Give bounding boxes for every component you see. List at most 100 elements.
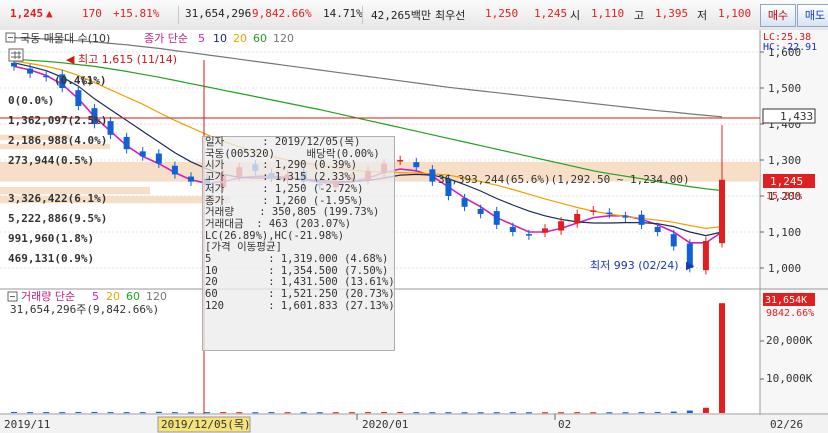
ma-period-60: 60 <box>253 32 267 45</box>
best-quote-label: 최우선 <box>435 9 466 22</box>
buy-button[interactable]: 매수 <box>760 4 796 27</box>
candle <box>622 216 629 218</box>
bid-price: 1,245 <box>534 7 568 20</box>
profile-label: 2,186,988(4.0%) <box>8 134 107 147</box>
candle <box>719 179 725 244</box>
volume-bar <box>139 412 146 414</box>
candle <box>171 165 178 175</box>
candle <box>525 234 532 236</box>
high-label: 고 <box>634 9 645 22</box>
volume-readout: 31,654,296주(9,842.66%) <box>10 303 159 316</box>
volume-bar <box>509 412 516 414</box>
profile-peak-label: 36,393,244(65.6%)(1,292.50 ~ 1,234.00) <box>438 173 690 186</box>
vol-period-20: 20 <box>106 290 120 303</box>
current-price-tag: 1,245 <box>770 175 803 188</box>
volume-title[interactable]: 거래량 단순 <box>21 290 75 303</box>
volume-bar <box>252 412 259 414</box>
cursor-date: 2019/12/05(목) <box>161 418 251 431</box>
volume-bar <box>11 411 17 413</box>
turnover-rate: 14.71% <box>323 7 363 20</box>
profile-label: 273,944(0.5%) <box>8 154 94 167</box>
quote-bar: 1,245 ▲ 170 +15.81% 31,654,296 9,842.66%… <box>0 0 828 31</box>
price-tick-label: 1,000 <box>768 262 801 275</box>
candle <box>461 198 468 207</box>
candle <box>429 169 436 182</box>
volume-bar <box>107 412 114 414</box>
divider <box>362 6 363 24</box>
candle <box>542 228 548 233</box>
open-label: 시 <box>570 9 581 22</box>
candle <box>11 62 17 67</box>
profile-title[interactable]: 국동 매물대 수(10) <box>20 32 110 45</box>
volume-bar <box>268 412 275 414</box>
volume-bar <box>171 412 178 414</box>
candle <box>477 208 484 214</box>
profile-label: 0(0.0%) <box>8 94 54 107</box>
volume-bar <box>574 412 581 414</box>
volume-current: 31,654K <box>765 295 807 306</box>
ma-label[interactable]: 종가 단순 <box>144 32 188 45</box>
candle <box>397 160 404 162</box>
chart-settings-icon[interactable] <box>8 48 24 62</box>
hc-label: HC:-22.91 <box>763 42 817 53</box>
volume-bar <box>429 412 436 414</box>
volume-tick: 10,000K <box>766 372 813 385</box>
candle <box>107 121 114 135</box>
high-price: 1,395 <box>655 7 689 20</box>
tooltip-line: 120 : 1,601.833 (27.13%) <box>205 299 395 312</box>
volume-bar <box>59 412 66 414</box>
vol-period-120: 120 <box>146 290 167 303</box>
volume-bar <box>348 412 355 414</box>
volume-bar <box>220 412 227 414</box>
stock-chart[interactable]: 국동 매물대 수(10) 종가 단순 5 10 20 60 120 0(0.0%… <box>0 30 828 433</box>
candle <box>558 221 565 231</box>
current-price-pct: 15.81% <box>766 191 802 202</box>
volume-bar <box>381 412 388 414</box>
price-tick-label: 1,300 <box>768 154 801 167</box>
volume-bar <box>204 412 211 414</box>
candle <box>670 234 677 247</box>
ask-price: 1,250 <box>485 7 519 20</box>
price-change-pct: +15.81% <box>113 7 160 20</box>
current-price: 1,245 <box>10 7 44 20</box>
candle <box>590 210 597 212</box>
candle <box>654 226 661 232</box>
candle <box>702 241 709 271</box>
price-tick-label: 1,500 <box>768 82 801 95</box>
volume-ratio: 9,842.66% <box>252 7 312 20</box>
ma-period-120: 120 <box>273 32 294 45</box>
profile-label: 1,362,097(2.5%) <box>8 114 107 127</box>
profile-label: 469,131(0.9%) <box>8 252 94 265</box>
tooltip-line: 저가 : 1,250 (-2.72%) <box>205 182 364 195</box>
volume-bar <box>654 411 661 413</box>
low-arrow-icon: ▶ <box>686 259 695 272</box>
candle <box>188 176 194 182</box>
volume-current-pct: 9842.66% <box>766 308 814 319</box>
sell-button[interactable]: 매도 <box>797 4 828 27</box>
candle <box>574 214 581 224</box>
ma-period-20: 20 <box>233 32 247 45</box>
profile-label: (1%) <box>80 74 107 87</box>
volume-bar <box>590 412 597 414</box>
candle <box>123 136 130 150</box>
volume-bar <box>397 411 404 413</box>
open-price: 1,110 <box>591 7 625 20</box>
volume-tick: 20,000K <box>766 334 813 347</box>
volume-bar <box>332 412 339 414</box>
x-axis-label: 2020/01 <box>362 418 408 431</box>
volume-bar <box>316 412 323 414</box>
volume-bar <box>75 412 82 414</box>
volume-bar <box>622 412 629 414</box>
candle <box>75 90 82 106</box>
volume-bar <box>670 411 677 413</box>
divider <box>178 6 179 24</box>
high-arrow-icon: ◀ <box>66 53 75 66</box>
volume-bar <box>27 412 34 414</box>
volume-bar <box>477 412 484 414</box>
volume-bar <box>702 407 709 413</box>
volume-bar <box>525 412 532 414</box>
volume-bar <box>638 412 645 414</box>
candle <box>493 211 500 225</box>
volume-value: 31,654,296 <box>185 7 252 20</box>
candle <box>139 151 146 157</box>
